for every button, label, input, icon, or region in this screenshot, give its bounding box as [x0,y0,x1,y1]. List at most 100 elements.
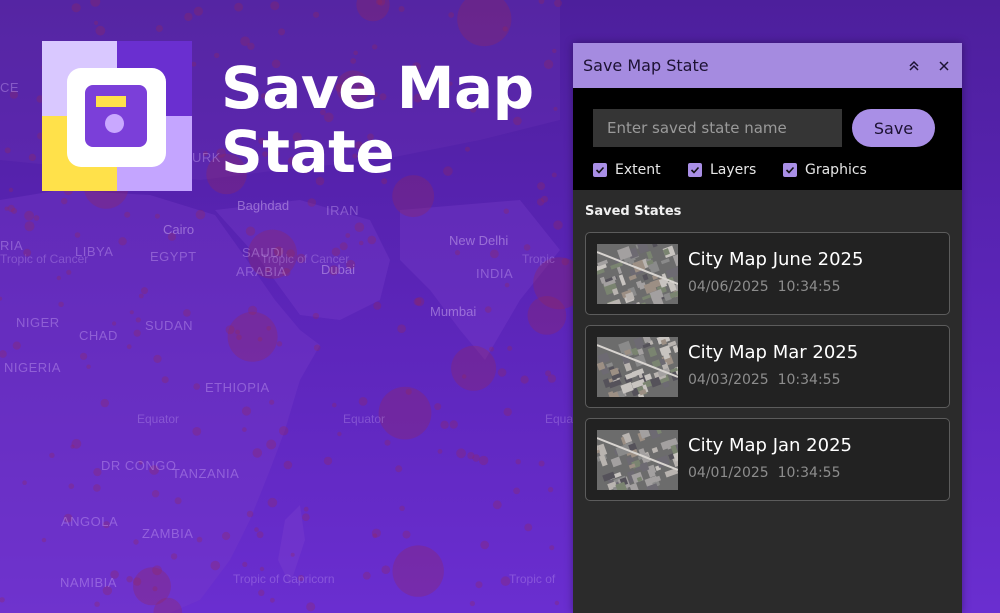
map-point [196,536,203,543]
map-point [192,427,202,436]
map-point [551,172,557,178]
map-point [384,439,391,446]
map-point [547,374,556,383]
floppy-disk-icon [85,85,147,147]
state-time: 10:34:55 [777,465,841,481]
floppy-disk-hub [105,114,124,133]
map-point [307,198,317,207]
checkbox[interactable] [783,163,797,177]
map-point [332,402,337,408]
map-point [191,61,197,67]
map-point [80,352,88,360]
map-point [553,220,563,230]
map-point [362,571,371,580]
map-point [193,6,203,16]
map-label: CE [0,80,20,95]
map-point [497,368,507,377]
state-name: City Map Mar 2025 [688,342,859,363]
checkbox[interactable] [688,163,702,177]
map-point [323,456,333,466]
map-point [553,106,558,111]
map-label: ZAMBIA [142,526,194,541]
map-point [126,576,133,583]
option-graphics[interactable]: Graphics [783,162,867,178]
map-point [266,326,272,331]
save-button[interactable]: Save [852,109,935,147]
collapse-button[interactable] [903,55,925,77]
state-name-input[interactable] [593,109,842,147]
map-point [195,209,206,220]
state-name: City Map June 2025 [688,249,864,270]
map-point [254,527,259,532]
checkmark-icon [785,166,795,174]
saved-state-item[interactable]: City Map Jan 2025 04/01/2025 10:34:55 [585,418,950,501]
map-point [448,12,455,18]
chevrons-up-icon [909,60,919,71]
map-point [95,25,106,36]
map-point [504,282,510,288]
map-label: EGYPT [150,249,197,264]
map-point [138,293,144,299]
save-map-state-panel: Save Map State Save Extent [573,43,962,613]
map-label: Tropic [522,252,555,266]
checkmark-icon [690,166,700,174]
map-point [234,2,244,12]
app-logo [42,41,192,191]
map-point [345,233,351,238]
map-point [415,297,425,307]
map-point [398,6,405,12]
option-extent[interactable]: Extent [593,162,661,178]
map-point [74,232,81,238]
map-point [183,309,191,317]
map-point [402,530,411,539]
map-label: NIGERIA [4,360,61,375]
checkbox[interactable] [593,163,607,177]
map-point [151,490,160,498]
hero-title: Save Map State [221,56,551,184]
map-point [358,397,368,406]
map-point [484,306,492,313]
map-point [440,420,449,429]
map-point [303,506,309,512]
save-form: Save Extent Layers Graphics [573,88,962,190]
map-point [283,460,293,470]
map-point [4,147,11,154]
map-point [152,586,158,592]
checkbox-label: Extent [615,162,661,178]
map-point [451,345,497,391]
map-point [133,329,141,337]
map-point [270,1,280,11]
map-point [469,600,475,607]
map-point [475,581,483,589]
map-point [155,25,163,32]
hero-title-line: State [221,118,395,186]
map-point [68,483,75,490]
map-point [536,198,545,206]
option-layers[interactable]: Layers [688,162,756,178]
map-point [399,505,405,511]
map-point [513,487,520,495]
map-label: NIGER [16,315,60,330]
map-label: ARABIA [236,264,287,279]
map-point [302,513,310,521]
close-button[interactable] [933,55,955,77]
map-point [94,20,99,25]
map-point [8,187,14,193]
map-point [538,460,545,467]
map-point [60,197,68,205]
map-point [478,455,489,466]
map-point [278,28,286,36]
map-point [129,310,134,315]
map-point [252,448,263,458]
map-point [161,376,169,384]
map-point [492,500,502,510]
map-label: ANGOLA [61,514,119,529]
map-point [314,344,321,351]
map-label: INDIA [476,266,514,281]
map-point [118,237,127,246]
map-point [520,375,529,384]
map-point [66,269,72,275]
saved-state-item[interactable]: City Map June 2025 04/06/2025 10:34:55 [585,232,950,315]
map-point [256,531,264,539]
saved-state-item[interactable]: City Map Mar 2025 04/03/2025 10:34:55 [585,325,950,408]
